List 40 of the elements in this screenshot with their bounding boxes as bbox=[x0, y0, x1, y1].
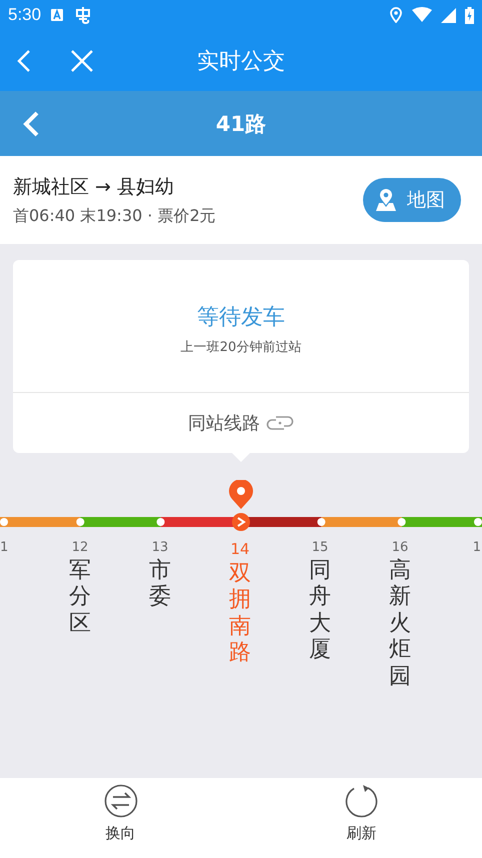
stop-name[interactable]: 军分区 bbox=[69, 558, 91, 638]
stop-number: 12 bbox=[72, 540, 88, 555]
status-subtitle: 上一班20分钟前过站 bbox=[180, 339, 302, 356]
status-time: 5:30 bbox=[8, 5, 42, 25]
map-pin-icon bbox=[375, 188, 397, 212]
stop-number: 1 bbox=[472, 540, 481, 555]
app-title: 实时公交 bbox=[197, 48, 285, 76]
stop-number: 13 bbox=[152, 540, 168, 555]
stop-number: 16 bbox=[392, 540, 408, 555]
stop-dot bbox=[317, 518, 326, 526]
stop-number: 14 bbox=[230, 540, 250, 558]
refresh-icon bbox=[344, 784, 378, 818]
location-icon bbox=[389, 7, 403, 23]
stop-dot bbox=[474, 518, 482, 526]
refresh-button[interactable]: 刷新 bbox=[324, 778, 398, 858]
reverse-direction-button[interactable]: 换向 bbox=[84, 778, 158, 858]
battery-icon bbox=[465, 6, 474, 24]
stop-name[interactable]: 市委 bbox=[149, 558, 171, 611]
back-icon bbox=[16, 48, 32, 72]
route-link-icon bbox=[266, 414, 294, 432]
route-direction: 新城社区 → 县妇幼 bbox=[13, 174, 174, 200]
stop-number: 1 bbox=[0, 540, 8, 555]
schedule-text: 首06:40 末19:30 · 票价2元 bbox=[13, 206, 216, 226]
stop-number: 15 bbox=[312, 540, 328, 555]
stop-dot bbox=[0, 518, 8, 526]
wifi-icon bbox=[412, 7, 432, 23]
close-icon bbox=[70, 48, 94, 72]
route-title: 41路 bbox=[216, 110, 266, 138]
signal-icon bbox=[441, 8, 456, 22]
stop-dot bbox=[76, 518, 84, 526]
stop-dot bbox=[398, 518, 406, 526]
back-icon bbox=[22, 110, 40, 138]
swap-arrows-icon bbox=[104, 784, 138, 818]
stop-dot bbox=[156, 518, 165, 526]
map-pin-icon bbox=[228, 480, 254, 510]
same-station-lines-button[interactable]: 同站线路 bbox=[13, 393, 469, 453]
status-title: 等待发车 bbox=[197, 304, 285, 332]
stop-name[interactable]: 高新火炬园 bbox=[389, 558, 411, 690]
notification-icon bbox=[50, 8, 64, 22]
stop-name[interactable]: 同舟大厦 bbox=[309, 558, 331, 664]
